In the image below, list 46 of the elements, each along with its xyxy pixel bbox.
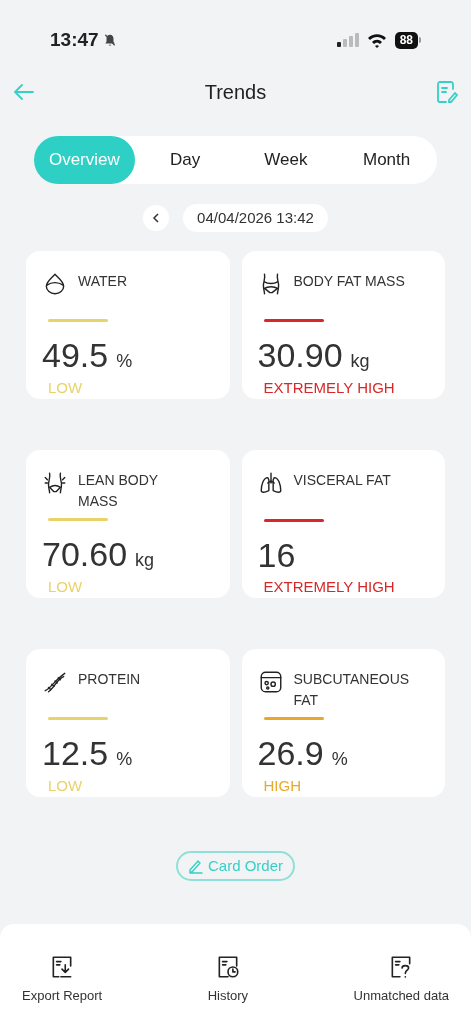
metric-value: 26.9 xyxy=(257,733,324,772)
pencil-icon xyxy=(188,858,204,874)
bottom-action[interactable]: Unmatched data xyxy=(353,954,449,1006)
metric-label: PROTEIN xyxy=(78,670,142,689)
metric-status: LOW xyxy=(48,576,84,597)
bell-muted-icon xyxy=(102,33,117,47)
bottom-action[interactable]: History xyxy=(207,954,249,1006)
metric-status: EXTREMELY HIGH xyxy=(263,377,396,398)
torso-icon xyxy=(42,470,68,496)
metric-value: 70.60 xyxy=(42,534,128,573)
period-tab[interactable]: Month xyxy=(336,136,437,184)
metric-unit: kg xyxy=(135,548,155,572)
metric-label: VISCERAL FAT xyxy=(293,471,392,490)
bottom-action[interactable]: Export Report xyxy=(22,954,103,1006)
period-tab[interactable]: Day xyxy=(134,136,236,184)
metric-status: LOW xyxy=(48,377,84,398)
previous-date-button[interactable] xyxy=(143,205,170,231)
metric-card[interactable]: LEAN BODY MASS 70.60 kg LOW xyxy=(26,450,230,598)
date-pill: 04/04/2026 13:42 xyxy=(183,204,328,232)
status-time: 13:47 xyxy=(50,27,99,52)
wifi-icon xyxy=(366,32,387,48)
metric-label: LEAN BODY MASS xyxy=(78,471,159,511)
document-edit-icon xyxy=(436,80,458,104)
metric-unit: % xyxy=(331,747,348,771)
metric-label: BODY FAT MASS xyxy=(293,272,406,291)
metric-label: WATER xyxy=(78,272,128,291)
metric-card[interactable]: PROTEIN 12.5 % LOW xyxy=(26,649,230,797)
metric-value: 49.5 xyxy=(42,335,109,374)
metric-status: EXTREMELY HIGH xyxy=(263,576,396,597)
metric-status: LOW xyxy=(48,775,84,796)
metric-value: 12.5 xyxy=(42,733,109,772)
metric-unit: % xyxy=(116,349,133,373)
metric-unit: % xyxy=(116,747,133,771)
metric-value: 16 xyxy=(257,535,296,574)
page-title: Trends xyxy=(204,80,267,105)
signal-icon xyxy=(336,33,359,47)
metric-card[interactable]: VISCERAL FAT 16 EXTREMELY HIGH xyxy=(241,450,445,598)
metric-card[interactable]: WATER 49.5 % LOW xyxy=(26,251,230,399)
period-tab[interactable]: Week xyxy=(235,136,337,184)
metric-card[interactable]: BODY FAT MASS 30.90 kg EXTREMELY HIGH xyxy=(241,251,445,399)
battery-level: 88 xyxy=(394,31,418,49)
metric-status: HIGH xyxy=(263,775,302,796)
metric-card[interactable]: SUBCUTANEOUS FAT 26.9 % HIGH xyxy=(241,649,445,797)
edit-report-button[interactable] xyxy=(435,80,459,104)
metric-unit: kg xyxy=(350,349,370,373)
metric-value: 30.90 xyxy=(257,335,343,374)
